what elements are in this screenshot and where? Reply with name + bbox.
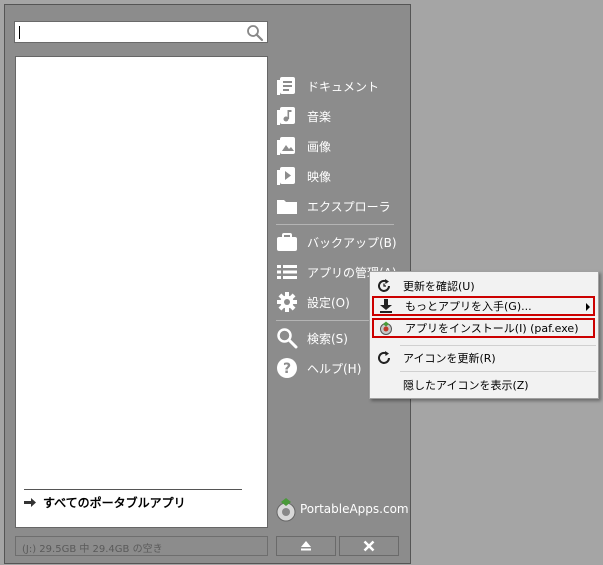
portableapps-logo-icon: [276, 498, 296, 522]
nav-item-video[interactable]: 映像: [276, 164, 331, 188]
help-icon: ?: [277, 358, 297, 378]
eject-button[interactable]: [276, 536, 336, 556]
nav-item-explorer[interactable]: エクスプローラ: [276, 194, 391, 218]
nav-item-backup[interactable]: バックアップ(B): [276, 230, 397, 254]
close-button[interactable]: [339, 536, 399, 556]
nav-item-label: 設定(O): [307, 295, 350, 310]
close-icon: [363, 540, 375, 552]
nav-item-help[interactable]: ? ヘルプ(H): [276, 356, 361, 380]
menu-item-install-app[interactable]: アプリをインストール(I) (paf.exe): [372, 318, 595, 338]
nav-item-label: 画像: [307, 139, 332, 154]
drive-status: (J:) 29.5GB 中 29.4GB の空き: [15, 536, 268, 556]
menu-item-label: アイコンを更新(R): [403, 352, 496, 365]
nav-item-label: ドキュメント: [307, 79, 380, 94]
menu-separator: [400, 345, 596, 346]
context-menu: 更新を確認(U) もっとアプリを入手(G)... アプリをインストール(I) (…: [369, 271, 599, 399]
nav-item-documents[interactable]: ドキュメント: [276, 74, 379, 98]
video-icon: [277, 167, 295, 185]
menu-separator: [400, 371, 596, 372]
nav-item-label: エクスプローラ: [307, 199, 391, 214]
menu-item-refresh-icons[interactable]: アイコンを更新(R): [372, 348, 595, 368]
music-icon: [277, 107, 295, 125]
nav-item-label: 検索(S): [307, 331, 348, 346]
nav-item-pictures[interactable]: 画像: [276, 134, 331, 158]
download-icon: [380, 299, 392, 313]
nav-separator: [276, 224, 394, 225]
list-icon: [277, 265, 297, 279]
nav-item-label: ヘルプ(H): [307, 361, 362, 376]
submenu-arrow-icon: [586, 303, 590, 311]
all-apps-link[interactable]: すべてのポータブルアプリ: [24, 491, 186, 513]
app-list-divider: [24, 489, 242, 490]
nav-item-label: 音楽: [307, 109, 332, 124]
installer-icon: [380, 321, 392, 335]
app-list[interactable]: すべてのポータブルアプリ: [15, 56, 268, 528]
portableapps-logo[interactable]: PortableApps.com: [274, 496, 409, 522]
brand-name: PortableApps.com: [300, 502, 409, 516]
all-apps-label: すべてのポータブルアプリ: [43, 495, 186, 510]
menu-item-label: アプリをインストール(I) (paf.exe): [405, 322, 579, 335]
nav-item-label: バックアップ(B): [307, 235, 397, 250]
text-caret: [19, 26, 20, 39]
nav-item-music[interactable]: 音楽: [276, 104, 331, 128]
gear-icon: [277, 292, 297, 312]
search-input[interactable]: [14, 21, 268, 43]
nav-item-label: 映像: [307, 169, 332, 184]
menu-item-label: 隠したアイコンを表示(Z): [403, 379, 529, 392]
eject-icon: [301, 541, 311, 551]
menu-item-show-hidden-icons[interactable]: 隠したアイコンを表示(Z): [372, 375, 595, 395]
pictures-icon: [277, 137, 295, 155]
folder-icon: [277, 200, 297, 214]
menu-item-label: もっとアプリを入手(G)...: [405, 300, 532, 313]
menu-item-check-updates[interactable]: 更新を確認(U): [372, 276, 595, 296]
search-icon: [277, 328, 298, 349]
search-icon[interactable]: [246, 24, 264, 42]
portableapps-menu-panel: すべてのポータブルアプリ ドキュメント 音楽 画像 映像 エクスプローラ バック…: [4, 4, 411, 564]
refresh-check-icon: [378, 279, 390, 292]
svg-text:?: ?: [283, 361, 291, 377]
documents-icon: [277, 77, 295, 95]
arrow-right-icon: [24, 497, 36, 507]
refresh-icon: [378, 351, 390, 364]
menu-item-get-more-apps[interactable]: もっとアプリを入手(G)...: [372, 296, 595, 316]
briefcase-icon: [277, 233, 297, 251]
nav-item-search[interactable]: 検索(S): [276, 326, 348, 350]
menu-item-label: 更新を確認(U): [403, 280, 475, 293]
nav-item-settings[interactable]: 設定(O): [276, 290, 350, 314]
